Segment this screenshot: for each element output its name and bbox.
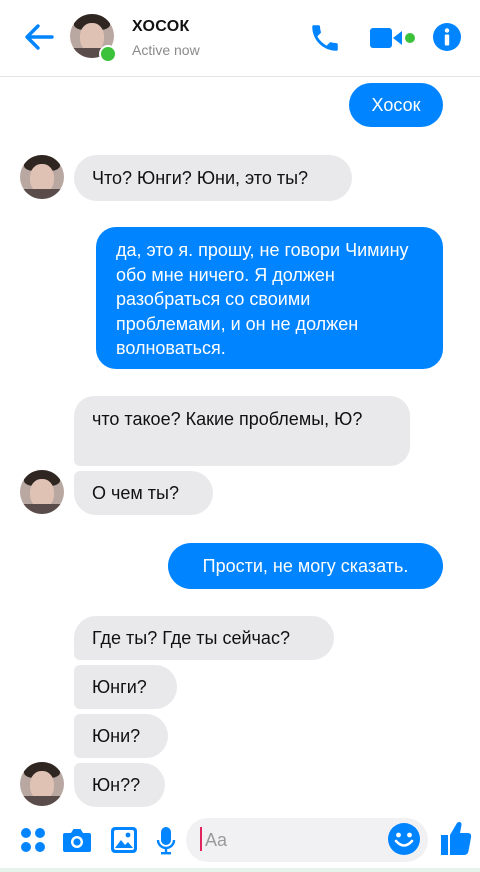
active-status: Active now [132,42,200,58]
message-bubble-incoming[interactable]: что такое? Какие проблемы, Ю? [74,396,410,466]
message-bubble-outgoing[interactable]: Прости, не могу сказать. [168,543,443,589]
sender-avatar[interactable] [20,762,64,806]
message-bubble-incoming[interactable]: Что? Юнги? Юни, это ты? [74,155,352,201]
emoji-icon[interactable] [387,822,421,856]
message-bubble-outgoing[interactable]: да, это я. прошу, не говори Чимину обо м… [96,227,443,369]
gallery-icon[interactable] [110,826,138,854]
info-icon[interactable] [432,22,462,52]
message-bubble-outgoing[interactable]: Хосок [349,83,443,127]
message-bubble-incoming[interactable]: Юн?? [74,763,165,807]
message-bubble-incoming[interactable]: О чем ты? [74,471,213,515]
sender-avatar[interactable] [20,155,64,199]
sender-avatar[interactable] [20,470,64,514]
microphone-icon[interactable] [156,826,176,856]
camera-icon[interactable] [62,826,92,854]
online-indicator [99,45,117,63]
message-bubble-incoming[interactable]: Юни? [74,714,168,758]
back-arrow-icon[interactable] [22,20,56,54]
message-bubble-incoming[interactable]: Где ты? Где ты сейчас? [74,616,334,660]
message-bubble-incoming[interactable]: Юнги? [74,665,177,709]
phone-icon[interactable] [308,21,342,55]
message-input-placeholder: Aa [205,830,228,850]
text-cursor [200,827,202,851]
apps-grid-icon[interactable] [20,827,46,853]
conversation-header: ХОСОК Active now [0,0,480,77]
contact-name[interactable]: ХОСОК [132,18,190,36]
video-camera-icon[interactable] [370,26,418,50]
thumbs-up-icon[interactable] [440,820,472,856]
bottom-edge [0,868,480,872]
